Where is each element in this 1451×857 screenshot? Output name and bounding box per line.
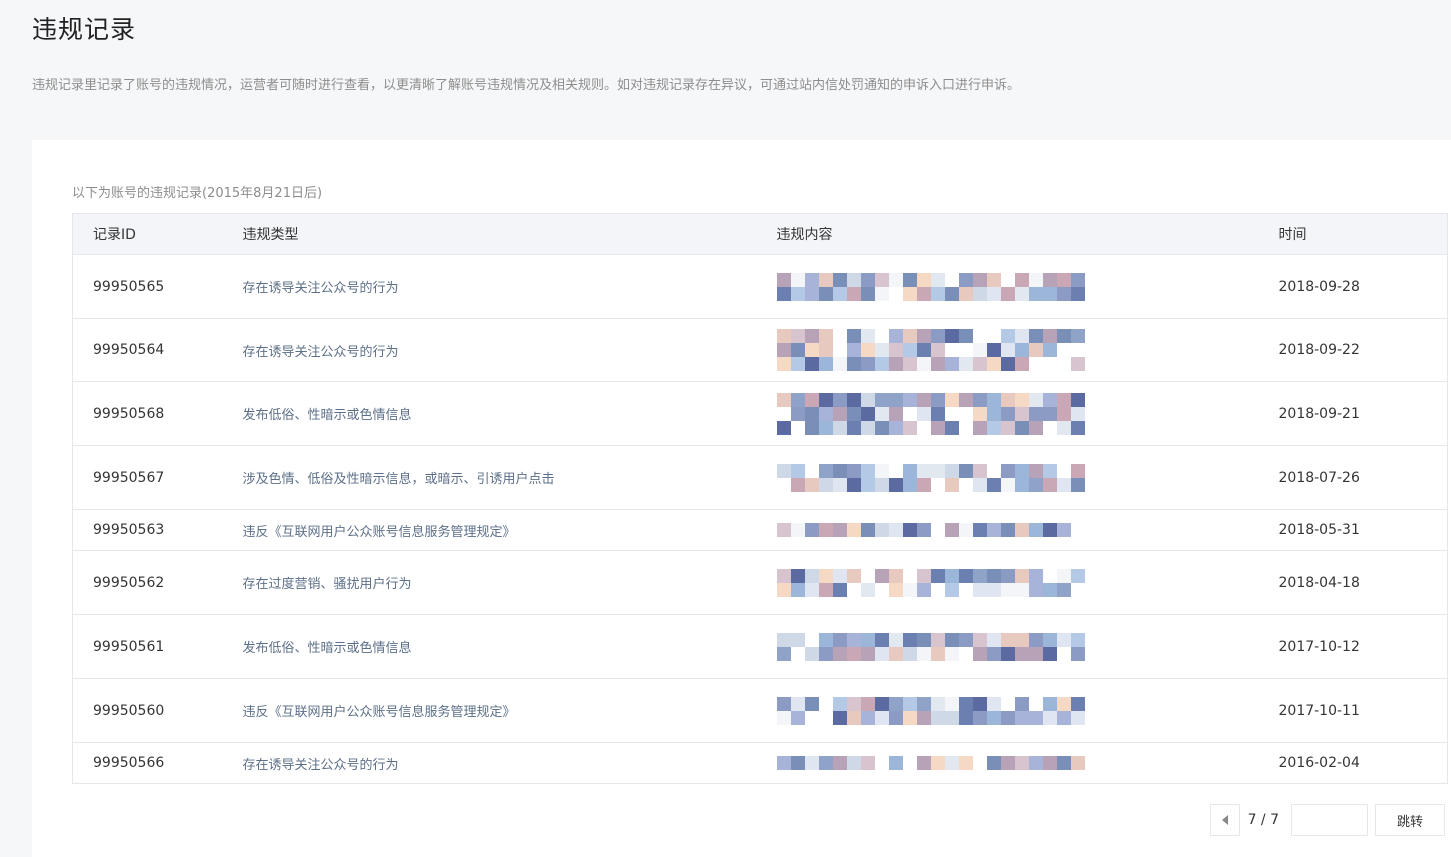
jump-button[interactable]: 跳转 — [1375, 804, 1445, 836]
header-time: 时间 — [1258, 213, 1448, 255]
violation-records-table: 记录ID 违规类型 违规内容 时间 99950565 存在诱导关注公众号的行为 … — [72, 213, 1448, 784]
table-row: 99950561 发布低俗、性暗示或色情信息 2017-10-12 — [72, 614, 1448, 679]
table-row: 99950563 违反《互联网用户公众账号信息服务管理规定》 2018-05-3… — [72, 509, 1448, 551]
prev-page-button[interactable] — [1209, 804, 1240, 836]
violation-content-pixelated — [756, 614, 1259, 679]
record-time: 2018-07-26 — [1258, 445, 1448, 510]
pixelated-content-image — [776, 463, 1259, 492]
record-time: 2018-04-18 — [1258, 550, 1448, 615]
violation-type: 存在诱导关注公众号的行为 — [242, 757, 399, 773]
record-time: 2018-09-21 — [1258, 381, 1448, 446]
violation-type: 违反《互联网用户公众账号信息服务管理规定》 — [222, 678, 757, 743]
page-title: 违规记录 — [32, 15, 137, 44]
violation-content-pixelated — [756, 381, 1259, 446]
record-id: 99950567 — [72, 445, 223, 510]
record-time: 2017-10-11 — [1258, 678, 1448, 743]
pixelated-content-image — [776, 696, 1259, 725]
page-description: 违规记录里记录了账号的违规情况，运营者可随时进行查看，以更清晰了解账号违规情况及… — [32, 78, 1021, 93]
table-row: 99950562 存在过度营销、骚扰用户行为 2018-04-18 — [72, 550, 1448, 615]
table-row: 99950560 违反《互联网用户公众账号信息服务管理规定》 2017-10-1… — [72, 678, 1448, 743]
record-id: 99950566 — [93, 755, 165, 771]
record-id: 99950565 — [72, 254, 223, 319]
violation-type: 发布低俗、性暗示或色情信息 — [222, 614, 757, 679]
violation-content-pixelated — [756, 550, 1259, 615]
record-time: 2018-09-22 — [1258, 318, 1448, 382]
record-time: 2018-05-31 — [1258, 509, 1448, 551]
table-row: 99950565 存在诱导关注公众号的行为 2018-09-28 — [72, 254, 1448, 319]
pixelated-content-image — [776, 523, 1259, 537]
record-time: 2017-10-12 — [1258, 614, 1448, 679]
record-time: 2018-09-28 — [1258, 254, 1448, 319]
table-row: 99950568 发布低俗、性暗示或色情信息 2018-09-21 — [72, 381, 1448, 446]
violation-content-pixelated — [756, 445, 1259, 510]
violation-type: 涉及色情、低俗及性暗示信息，或暗示、引诱用户点击 — [222, 445, 757, 510]
page-indicator: 7 / 7 — [1247, 812, 1279, 828]
table-header-row: 记录ID 违规类型 违规内容 时间 — [72, 213, 1448, 255]
violation-type: 存在过度营销、骚扰用户行为 — [222, 550, 757, 615]
violation-content-pixelated — [756, 678, 1259, 743]
record-time: 2016-02-04 — [1278, 755, 1360, 771]
violation-content-pixelated — [756, 254, 1259, 319]
jump-page-input[interactable] — [1291, 804, 1368, 836]
header-violation-type: 违规类型 — [222, 213, 757, 255]
record-id: 99950564 — [72, 318, 223, 382]
record-id: 99950568 — [72, 381, 223, 446]
header-record-id: 记录ID — [72, 213, 223, 255]
pixelated-content-image — [776, 632, 1259, 661]
record-id: 99950560 — [72, 678, 223, 743]
table-row: 99950566 存在诱导关注公众号的行为 2016-02-04 — [73, 743, 1448, 784]
violation-type: 存在诱导关注公众号的行为 — [222, 318, 757, 382]
records-panel: 以下为账号的违规记录(2015年8月21日后) 记录ID 违规类型 违规内容 时… — [32, 140, 1451, 857]
record-id: 99950561 — [72, 614, 223, 679]
record-id: 99950562 — [72, 550, 223, 615]
record-id: 99950563 — [72, 509, 223, 551]
chevron-left-icon — [1221, 815, 1228, 825]
table-caption: 以下为账号的违规记录(2015年8月21日后) — [72, 186, 323, 201]
pixelated-content-image — [776, 272, 1259, 301]
header-violation-content: 违规内容 — [756, 213, 1259, 255]
violation-type: 发布低俗、性暗示或色情信息 — [222, 381, 757, 446]
violation-content-pixelated — [757, 743, 1259, 784]
pixelated-content-image — [776, 392, 1259, 435]
table-row: 99950567 涉及色情、低俗及性暗示信息，或暗示、引诱用户点击 2018-0… — [72, 445, 1448, 510]
violation-content-pixelated — [756, 509, 1259, 551]
table-row: 99950564 存在诱导关注公众号的行为 2018-09-22 — [72, 318, 1448, 382]
violation-type: 违反《互联网用户公众账号信息服务管理规定》 — [222, 509, 757, 551]
pixelated-content-image — [776, 568, 1259, 597]
violation-type: 存在诱导关注公众号的行为 — [222, 254, 757, 319]
pixelated-content-image — [776, 329, 1259, 371]
pixelated-content-image — [776, 756, 1259, 770]
violation-content-pixelated — [756, 318, 1259, 382]
pagination: 7 / 7 跳转 — [1209, 804, 1445, 836]
